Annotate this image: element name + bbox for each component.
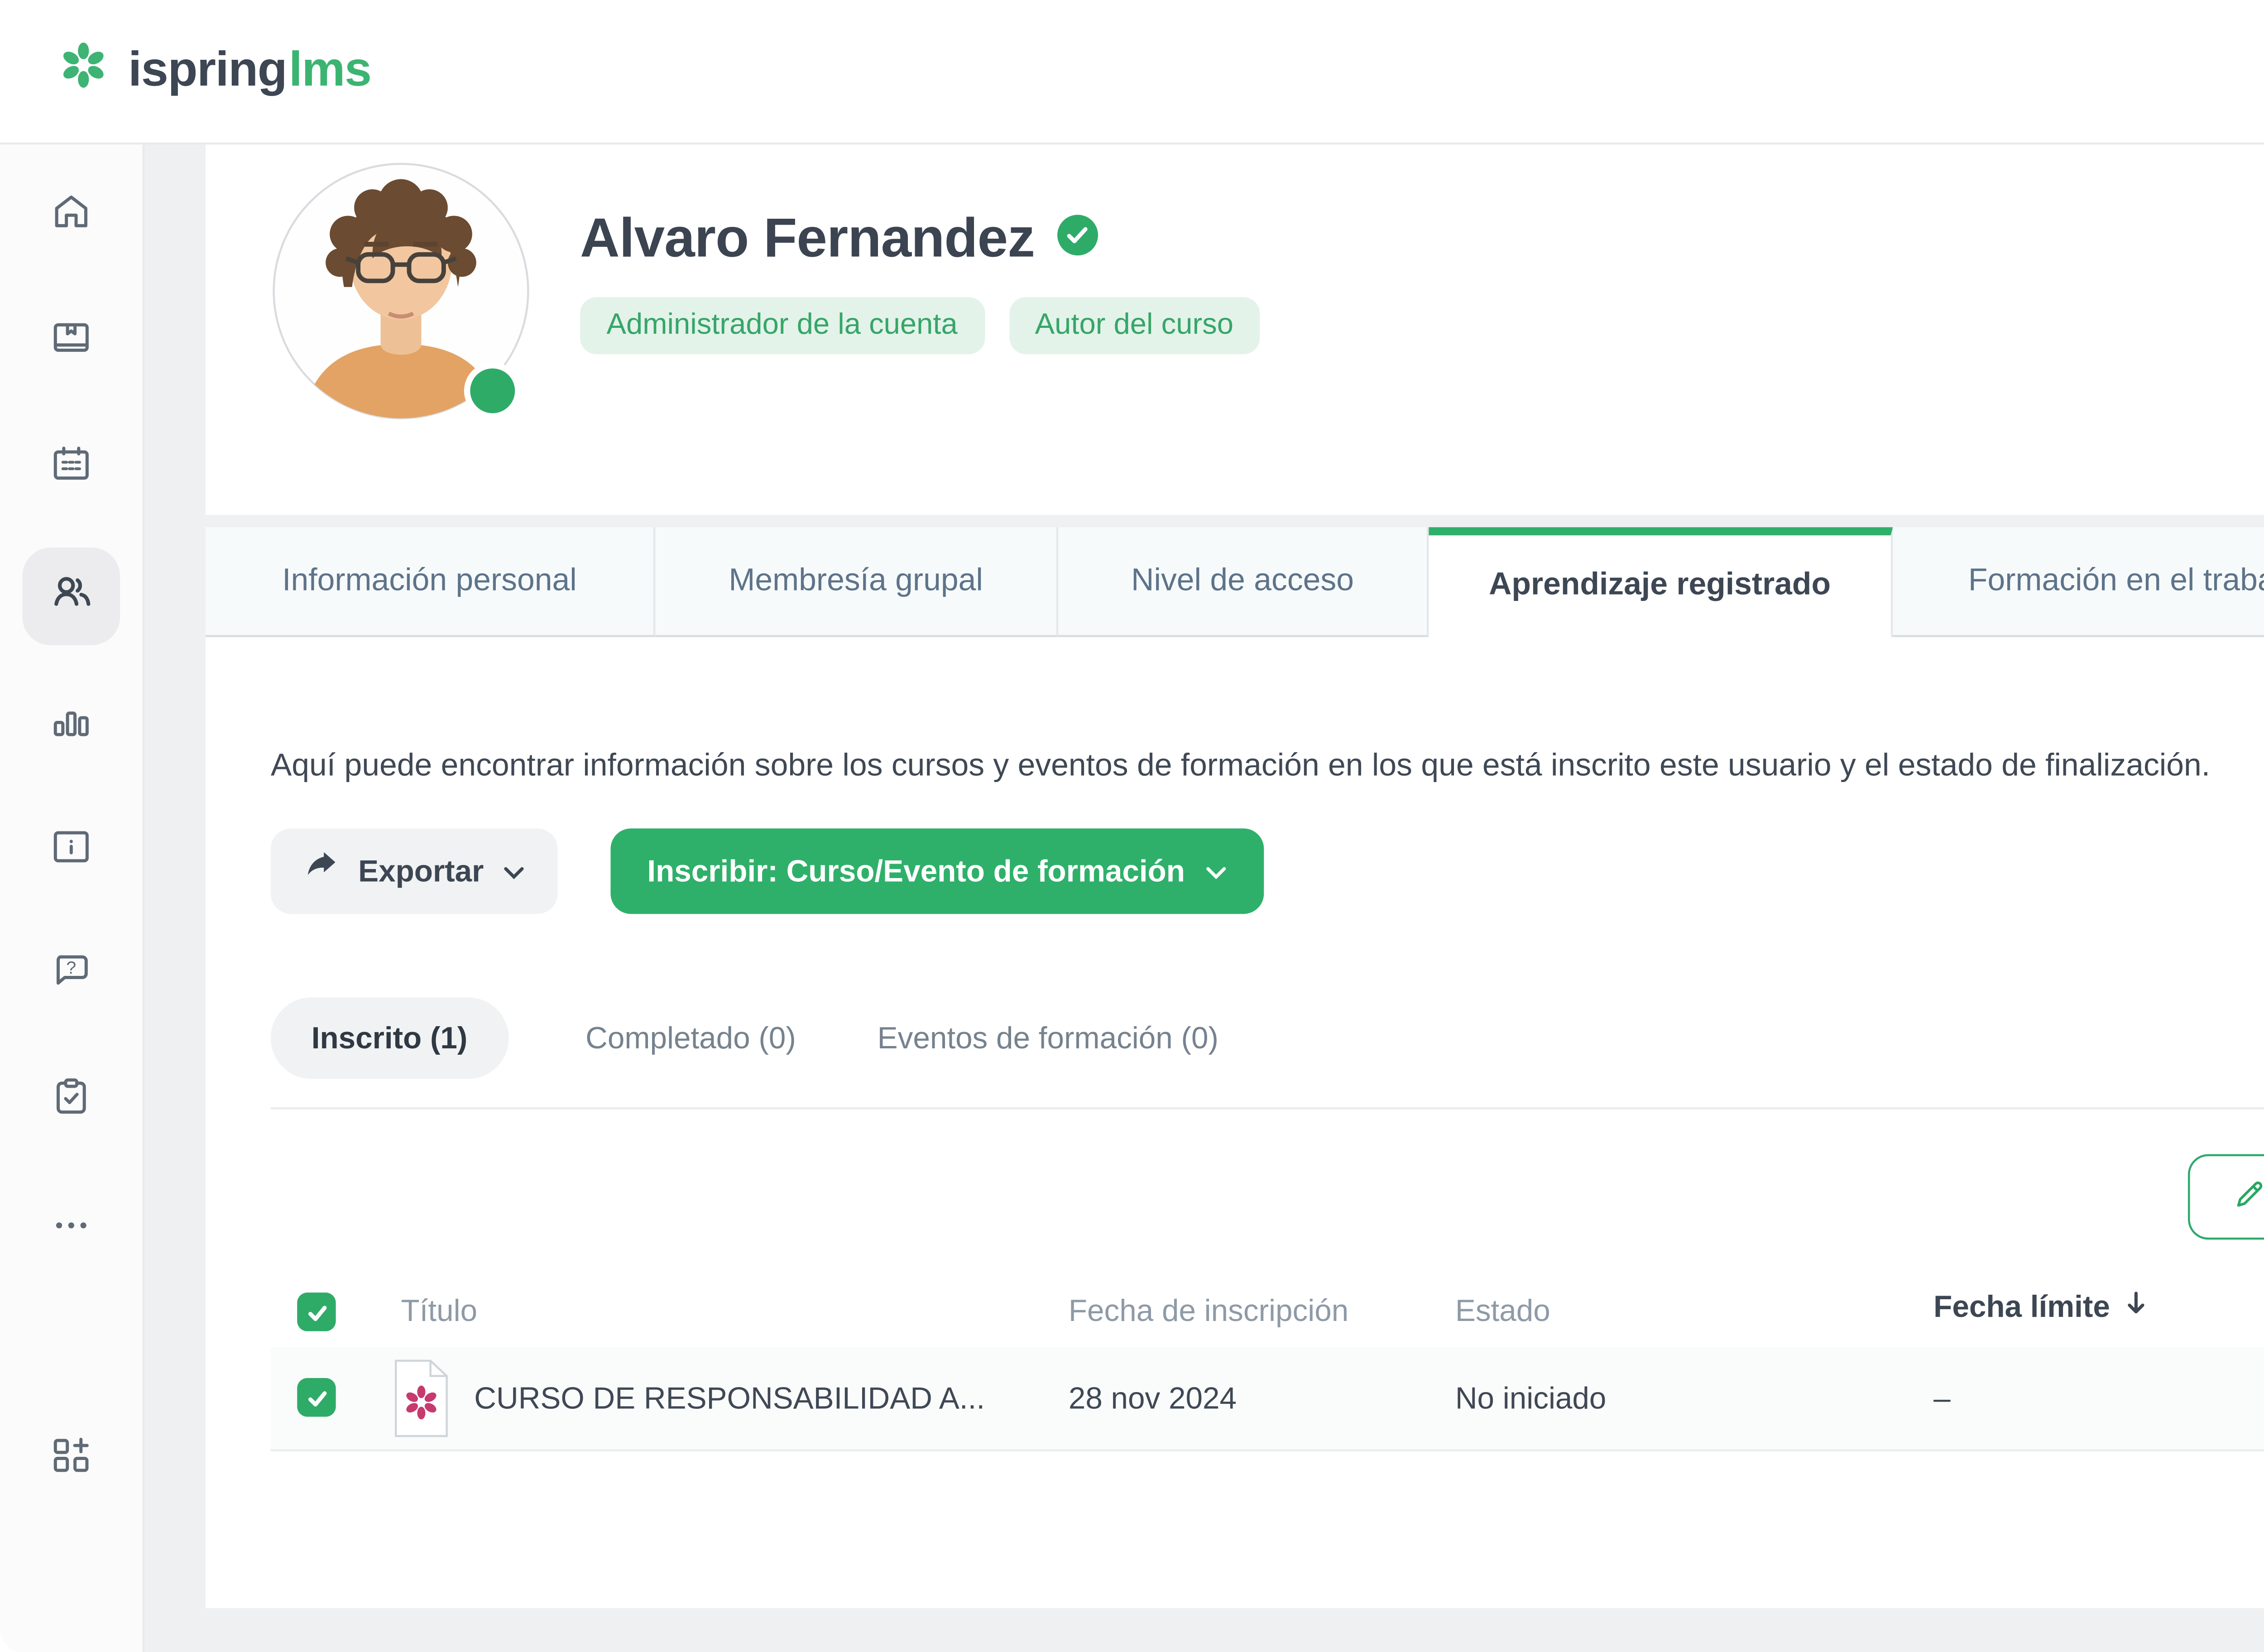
select-all-checkbox[interactable] — [297, 1292, 336, 1331]
filter-completado[interactable]: Completado (0) — [585, 1021, 796, 1055]
sidebar-nav: ? — [0, 144, 144, 1652]
section-description: Aquí puede encontrar información sobre l… — [271, 749, 2210, 786]
chevron-down-icon — [1205, 854, 1228, 888]
profile-tabs: Información personal Membresía grupal Ni… — [206, 527, 2264, 637]
profile-name: Alvaro Fernandez — [580, 207, 1035, 270]
export-button[interactable]: Exportar — [271, 828, 557, 914]
pencil-icon — [2232, 1176, 2264, 1218]
sidebar-item-reports[interactable] — [22, 676, 120, 773]
column-header-titulo[interactable]: Título — [401, 1295, 477, 1329]
column-header-fecha-inscripcion[interactable]: Fecha de inscripción — [1069, 1295, 1348, 1329]
table-row[interactable]: CURSO DE RESPONSABILIDAD A... 28 nov 202… — [271, 1348, 2264, 1451]
tab-membresia-grupal[interactable]: Membresía grupal — [655, 527, 1058, 637]
clipboard-check-icon — [49, 1074, 94, 1129]
more-dots-icon — [49, 1202, 94, 1257]
section-divider — [271, 1107, 2264, 1109]
role-badges: Administrador de la cuenta Autor del cur… — [580, 297, 1260, 354]
info-card-icon — [49, 823, 94, 878]
table-header-row: Título Fecha de inscripción Estado Fecha… — [271, 1276, 2264, 1349]
top-bar: ispringlms — [0, 0, 2264, 144]
row-checkbox[interactable] — [297, 1378, 336, 1417]
export-button-label: Exportar — [358, 854, 484, 888]
users-icon — [48, 568, 95, 625]
edit-enrollments-button[interactable]: Editar inscripciones — [2188, 1154, 2264, 1240]
filter-inscrito[interactable]: Inscrito (1) — [271, 998, 508, 1079]
ispring-flower-icon — [57, 38, 110, 105]
chevron-down-icon — [502, 854, 524, 888]
row-enroll-date: 28 nov 2024 — [1069, 1382, 1237, 1417]
registered-learning-panel: Aquí puede encontrar información sobre l… — [206, 637, 2264, 1608]
column-header-estado[interactable]: Estado — [1455, 1295, 1550, 1329]
row-deadline: – — [1933, 1382, 1951, 1417]
bar-chart-icon — [49, 697, 94, 752]
profile-avatar[interactable] — [271, 161, 531, 421]
sidebar-item-more[interactable] — [22, 1181, 120, 1278]
sidebar-item-apps[interactable] — [22, 1411, 120, 1508]
row-status: No iniciado — [1455, 1382, 1607, 1417]
sidebar-item-users[interactable] — [22, 547, 120, 645]
verified-badge-icon — [1057, 213, 1100, 266]
svg-text:?: ? — [66, 957, 76, 977]
sidebar-item-assignments[interactable] — [22, 1052, 120, 1150]
book-icon — [49, 314, 94, 369]
chat-question-icon: ? — [49, 947, 94, 1002]
calendar-icon — [49, 441, 94, 495]
sidebar-item-home[interactable] — [22, 167, 120, 265]
role-badge-admin: Administrador de la cuenta — [580, 297, 984, 354]
brand-logo[interactable]: ispringlms — [57, 38, 371, 105]
tab-nivel-de-acceso[interactable]: Nivel de acceso — [1058, 527, 1429, 637]
sidebar-item-courses[interactable] — [22, 293, 120, 391]
course-file-flower-icon — [391, 1358, 452, 1447]
apps-add-icon — [49, 1432, 94, 1487]
home-icon — [49, 188, 94, 243]
app-window: ispringlms — [0, 0, 2264, 1652]
sort-desc-arrow-icon — [2122, 1288, 2149, 1325]
brand-text-primary: ispring — [128, 43, 287, 97]
brand-text-secondary: lms — [289, 43, 371, 97]
role-badge-author: Autor del curso — [1008, 297, 1260, 354]
sidebar-item-calendar[interactable] — [22, 419, 120, 517]
enrollment-filters: Inscrito (1) Completado (0) Eventos de f… — [271, 998, 1218, 1079]
enroll-button-label: Inscribir: Curso/Evento de formación — [647, 854, 1185, 888]
online-status-dot — [464, 362, 521, 419]
row-course-title[interactable]: CURSO DE RESPONSABILIDAD A... — [474, 1382, 985, 1417]
tab-informacion-personal[interactable]: Información personal — [206, 527, 655, 637]
sidebar-item-support[interactable]: ? — [22, 926, 120, 1024]
brand-logo-text: ispringlms — [128, 43, 371, 100]
profile-name-row: Alvaro Fernandez — [580, 207, 1100, 270]
profile-header-card: Alvaro Fernandez Administrador de la cue… — [206, 144, 2264, 515]
enroll-button[interactable]: Inscribir: Curso/Evento de formación — [610, 828, 1264, 914]
export-share-icon — [303, 849, 340, 893]
tab-aprendizaje-registrado[interactable]: Aprendizaje registrado — [1429, 527, 1893, 637]
filter-eventos[interactable]: Eventos de formación (0) — [878, 1021, 1218, 1055]
tab-formacion-en-el-trabajo[interactable]: Formación en el trabajo — [1893, 527, 2264, 637]
column-header-fecha-limite[interactable]: Fecha límite — [1933, 1288, 2149, 1325]
sidebar-item-info[interactable] — [22, 802, 120, 900]
